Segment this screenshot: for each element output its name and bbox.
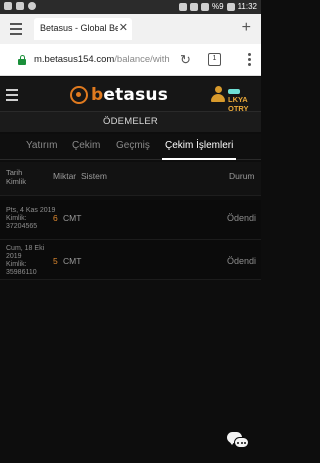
user-account[interactable]: LKYA OTRY — [211, 83, 259, 113]
screen: %9 11:32 Betasus - Global Betting ✕ + m.… — [0, 0, 261, 463]
table-row: Pts, 4 Kas 2019 Kimlik: 37204565 6 CMT Ö… — [0, 200, 261, 240]
battery-percent: %9 — [212, 2, 224, 11]
logo-mark-icon — [70, 86, 88, 104]
new-tab-icon[interactable]: + — [242, 20, 251, 36]
url-host: m.betasus154.com — [34, 54, 115, 65]
phone-icon — [28, 2, 36, 10]
browser-tab[interactable]: Betasus - Global Betting ✕ — [34, 18, 132, 40]
lock-icon[interactable] — [18, 55, 26, 65]
header-date: Tarih — [6, 168, 23, 177]
site-menu-icon[interactable] — [6, 89, 18, 104]
reload-icon[interactable]: ↻ — [180, 52, 191, 68]
notification-s-icon — [16, 2, 24, 10]
header-system: Sistem — [81, 171, 107, 181]
table-row: Cum, 18 Eki 2019 Kimlik: 35986110 5 CMT … — [0, 240, 261, 280]
signal-icon — [201, 2, 209, 11]
row-status: Ödendi — [227, 256, 257, 266]
browser-tab-title: Betasus - Global Betting — [40, 23, 118, 33]
live-chat-icon[interactable] — [227, 432, 249, 450]
logo-text: betasus — [91, 85, 169, 105]
tab-withdraw[interactable]: Çekim — [72, 134, 100, 160]
tab-withdrawal-transactions[interactable]: Çekim İşlemleri — [161, 134, 237, 160]
table-header: Tarih Kimlik Miktar Sistem Durum — [0, 162, 261, 196]
header-id: Kimlik — [6, 177, 26, 186]
header-status: Durum — [229, 171, 255, 181]
page-title: ÖDEMELER — [0, 112, 261, 132]
status-bar: %9 11:32 — [0, 0, 261, 14]
row-status: Ödendi — [227, 213, 257, 223]
tab-history[interactable]: Geçmiş — [116, 134, 150, 160]
user-icon — [211, 86, 225, 102]
tab-switcher-menu-icon[interactable] — [10, 23, 22, 35]
row-system: CMT — [63, 213, 82, 223]
payments-tabs: Yatırım Çekim Geçmiş Çekim İşlemleri — [0, 134, 261, 160]
battery-icon — [226, 2, 235, 11]
row-amount: 5 — [53, 256, 58, 266]
tab-count-button[interactable]: 1 — [208, 53, 221, 66]
url-field[interactable]: m.betasus154.com/balance/withdraw — [34, 54, 170, 65]
row-system: CMT — [63, 256, 82, 266]
row-id-value: 35986110 — [6, 269, 37, 276]
header-amount: Miktar — [53, 171, 77, 181]
wifi-icon — [190, 2, 198, 11]
row-id-value: 37204565 — [6, 223, 38, 230]
close-tab-icon[interactable]: ✕ — [119, 22, 128, 34]
notification-f-icon — [4, 2, 12, 10]
betasus-logo[interactable]: betasus — [70, 83, 168, 107]
site-header: betasus LKYA OTRY — [0, 77, 261, 113]
user-name: LKYA OTRY — [228, 86, 259, 113]
status-bar-left — [4, 2, 36, 10]
image-icon — [179, 2, 187, 11]
browser-tab-bar: Betasus - Global Betting ✕ + — [0, 14, 261, 44]
address-bar: m.betasus154.com/balance/withdraw ↻ 1 — [0, 44, 261, 76]
tab-deposit[interactable]: Yatırım — [26, 134, 57, 160]
clock: 11:32 — [237, 2, 257, 11]
status-bar-right: %9 11:32 — [179, 2, 257, 11]
more-options-icon[interactable] — [248, 53, 251, 68]
row-amount: 6 — [53, 213, 58, 223]
url-path: /balance/withdraw — [114, 54, 170, 65]
